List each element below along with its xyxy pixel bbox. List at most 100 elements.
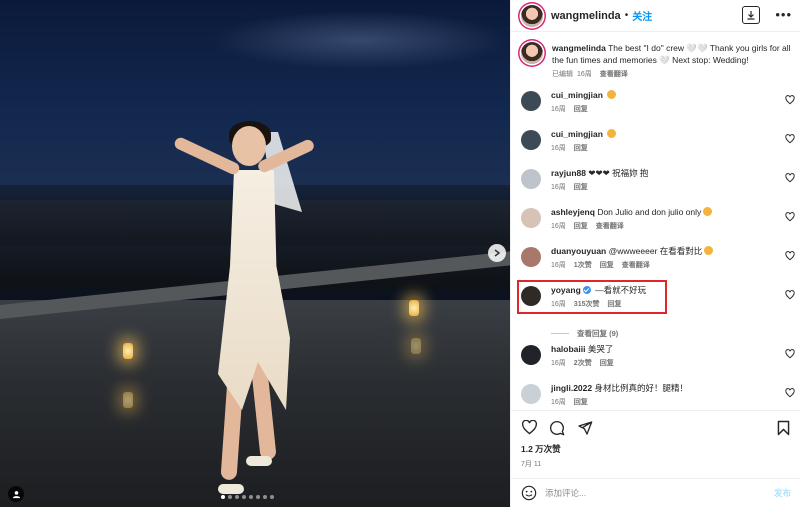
reply-button[interactable]: 回复 — [574, 104, 588, 116]
bookmark-icon — [777, 420, 789, 435]
carousel-dot — [249, 495, 253, 499]
comment-time: 16周 — [551, 301, 566, 308]
author-avatar[interactable] — [521, 42, 543, 64]
comment-heart-icon[interactable] — [785, 212, 795, 222]
carousel-dot — [263, 495, 267, 499]
commenter-username[interactable]: jingli.2022 — [551, 383, 592, 393]
verified-badge-icon — [582, 286, 591, 294]
commenter-username[interactable]: cui_mingjian — [551, 129, 603, 139]
comment-item: rayjun88 ❤❤❤ 祝福妳 抱 16周 回复 — [511, 167, 800, 206]
add-comment-bar: 发布 — [511, 478, 800, 507]
comment-time: 16周 — [551, 223, 566, 230]
view-replies-label: 查看回复 (9) — [577, 328, 619, 338]
comment-icon — [550, 420, 565, 435]
commenter-avatar[interactable] — [521, 247, 541, 267]
divider — [551, 332, 569, 334]
commenter-username[interactable]: duanyouyuan — [551, 246, 606, 256]
like-button[interactable] — [519, 418, 539, 438]
more-options-button[interactable]: ••• — [775, 7, 792, 22]
reply-button[interactable]: 回复 — [574, 143, 588, 155]
comment-heart-icon[interactable] — [785, 173, 795, 183]
reply-button[interactable]: 回复 — [574, 182, 588, 194]
commenter-avatar[interactable] — [521, 169, 541, 189]
comment-like-count[interactable]: 315次赞 — [574, 299, 600, 311]
carousel-indicator — [221, 495, 274, 499]
commenter-username[interactable]: halobaiii — [551, 344, 585, 354]
sky-cloud — [210, 10, 510, 70]
comment-text: @wwweeeer 在看看對比 — [608, 246, 703, 256]
lamp-reflection — [123, 392, 133, 408]
user-icon — [12, 490, 20, 498]
comment-heart-icon[interactable] — [785, 388, 795, 398]
comment-like-count[interactable]: 1次赞 — [574, 260, 592, 272]
commenter-avatar[interactable] — [521, 384, 541, 404]
translate-button[interactable]: 查看翻译 — [600, 69, 628, 81]
view-replies-button[interactable]: 查看回复 (9) — [511, 323, 800, 343]
like-count[interactable]: 1.2 万次赞 — [521, 443, 561, 455]
emoji-icon — [607, 90, 617, 99]
reply-button[interactable]: 回复 — [600, 358, 614, 370]
shoe — [246, 456, 272, 466]
commenter-avatar[interactable] — [521, 345, 541, 365]
carousel-dot — [270, 495, 274, 499]
lamp — [409, 300, 419, 316]
emoji-icon — [703, 207, 713, 216]
translate-button[interactable]: 查看翻译 — [596, 221, 624, 233]
comment-time: 16周 — [551, 262, 566, 269]
comment-heart-icon[interactable] — [785, 134, 795, 144]
reply-button[interactable]: 回复 — [600, 260, 614, 272]
comment-text: 身材比例真的好！腿精！ — [594, 383, 688, 393]
post-side-panel: wangmelinda • 关注 ••• wangmelinda The bes… — [510, 0, 800, 507]
post-comment-button[interactable]: 发布 — [774, 487, 791, 499]
caption-username[interactable]: wangmelinda — [552, 43, 606, 53]
comment-text: ❤❤❤ 祝福妳 抱 — [588, 168, 649, 178]
next-image-button[interactable] — [488, 244, 506, 262]
commenter-username[interactable]: cui_mingjian — [551, 90, 603, 100]
shoe — [218, 484, 244, 494]
reply-button[interactable]: 回复 — [574, 397, 588, 409]
heart-icon — [521, 420, 537, 435]
post-image[interactable] — [0, 0, 510, 507]
comment-item: jingli.2022 身材比例真的好！腿精！ 16周 回复 — [511, 382, 800, 410]
post-header: wangmelinda • 关注 ••• — [511, 0, 800, 32]
commenter-avatar[interactable] — [521, 91, 541, 111]
comment-like-count[interactable]: 2次赞 — [574, 358, 592, 370]
comment-text: Don Julio and don julio only — [597, 207, 702, 217]
comment-item: duanyouyuan @wwweeeer 在看看對比 16周 1次赞 回复 查看翻译 — [511, 245, 800, 284]
comment-input[interactable] — [545, 488, 774, 498]
tagged-users-button[interactable] — [8, 486, 24, 502]
post-actions — [511, 410, 800, 444]
comment-time: 16周 — [551, 145, 566, 152]
comment-heart-icon[interactable] — [785, 251, 795, 261]
comments-list[interactable]: wangmelinda The best "I do" crew 🤍🤍 Than… — [511, 38, 800, 410]
commenter-avatar[interactable] — [521, 130, 541, 150]
commenter-username[interactable]: yoyang — [551, 285, 581, 295]
commenter-avatar[interactable] — [521, 208, 541, 228]
follow-button[interactable]: 关注 — [632, 8, 652, 23]
comment-heart-icon[interactable] — [785, 95, 795, 105]
comment-heart-icon[interactable] — [785, 290, 795, 300]
comment-text: 美哭了 — [587, 344, 614, 354]
caption-time: 16周 — [577, 71, 592, 78]
reply-button[interactable]: 回复 — [574, 221, 588, 233]
person-face — [232, 126, 266, 166]
emoji-icon[interactable] — [521, 485, 537, 501]
download-button[interactable] — [742, 6, 760, 24]
save-button[interactable] — [773, 418, 793, 438]
reply-button[interactable]: 回复 — [607, 299, 621, 311]
comment-heart-icon[interactable] — [785, 349, 795, 359]
carousel-dot — [221, 495, 225, 499]
carousel-dot — [256, 495, 260, 499]
emoji-icon — [704, 246, 714, 255]
author-username[interactable]: wangmelinda — [551, 10, 621, 22]
carousel-dot — [235, 495, 239, 499]
commenter-username[interactable]: rayjun88 — [551, 168, 586, 178]
author-avatar[interactable] — [521, 4, 543, 27]
commenter-username[interactable]: ashleyjenq — [551, 207, 595, 217]
share-button[interactable] — [575, 418, 595, 438]
comment-item: yoyang —看就不好玩 16周 315次赞 回复 — [511, 280, 800, 323]
comment-item: halobaiii 美哭了 16周 2次赞 回复 — [511, 343, 800, 382]
comment-button[interactable] — [547, 418, 567, 438]
commenter-avatar[interactable] — [521, 286, 541, 306]
translate-button[interactable]: 查看翻译 — [622, 260, 650, 272]
